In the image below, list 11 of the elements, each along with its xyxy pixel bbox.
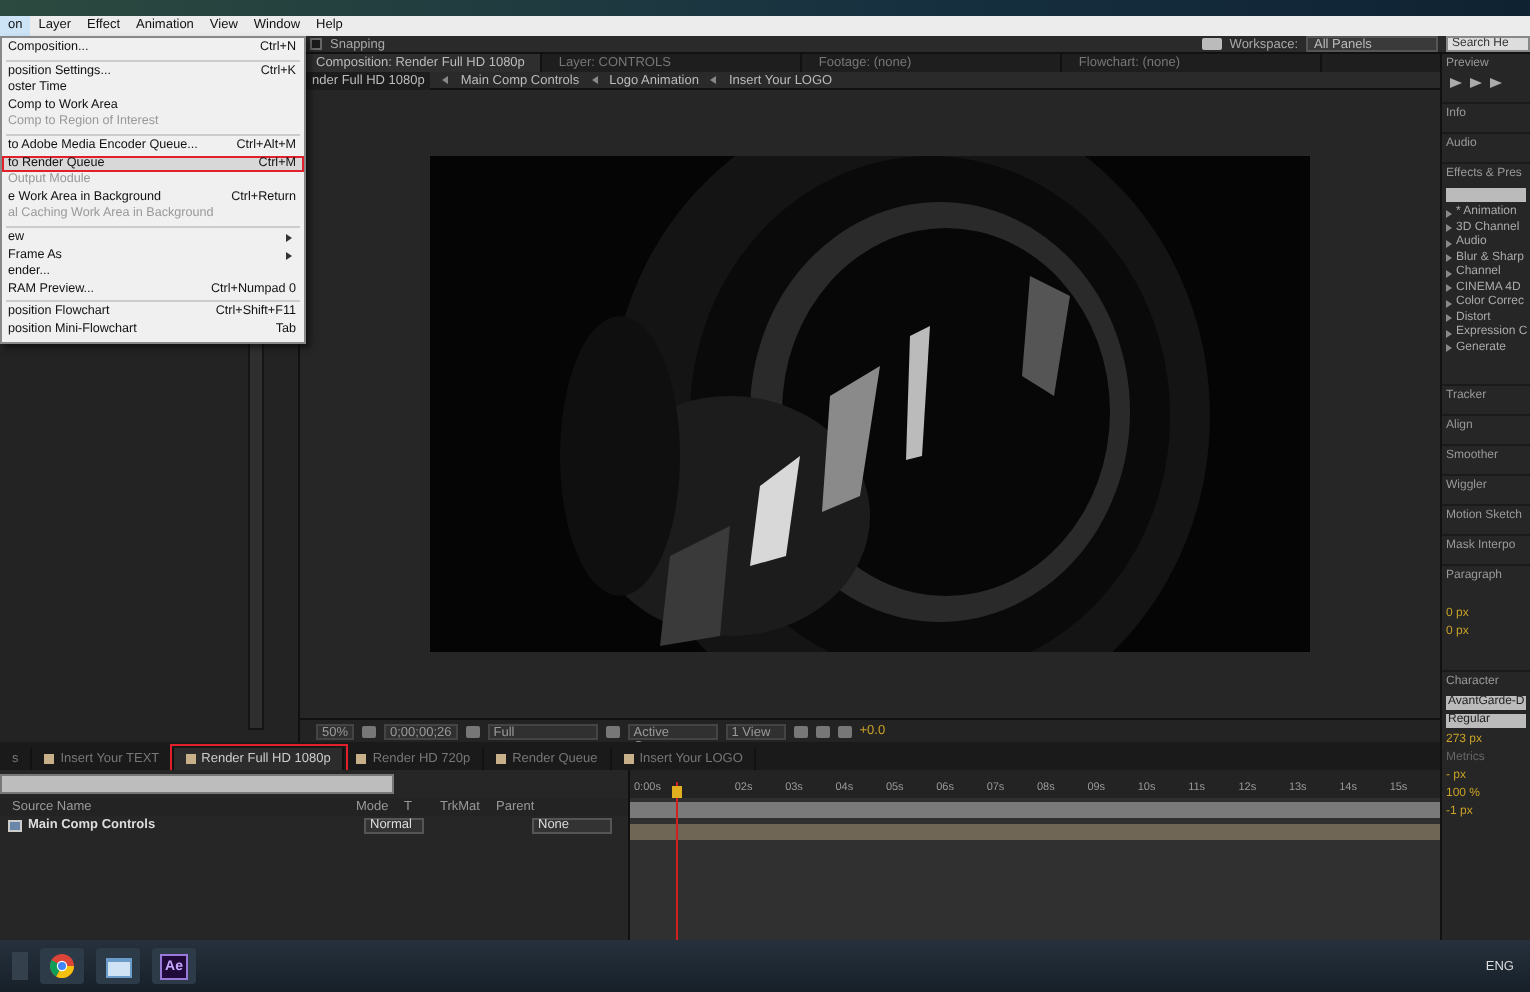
arrow-icon bbox=[710, 76, 717, 84]
arrow-icon bbox=[442, 76, 449, 84]
layer-icon bbox=[8, 819, 22, 831]
browser-icon[interactable] bbox=[40, 948, 84, 984]
checkbox[interactable] bbox=[310, 38, 322, 50]
folder-icon[interactable] bbox=[96, 948, 140, 984]
start-button[interactable] bbox=[12, 952, 28, 980]
arrow-icon bbox=[591, 76, 598, 84]
search-field[interactable] bbox=[0, 774, 394, 794]
search-field[interactable] bbox=[1446, 188, 1526, 202]
playhead-marker[interactable] bbox=[672, 786, 683, 798]
